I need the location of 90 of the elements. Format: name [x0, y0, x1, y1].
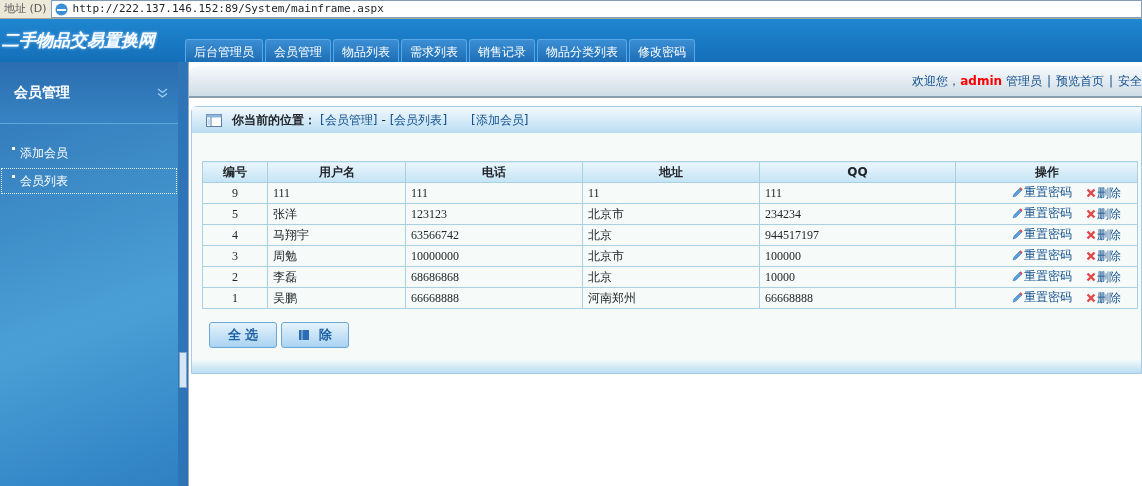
top-link[interactable]: 安全	[1118, 72, 1142, 90]
page-icon	[53, 1, 69, 17]
column-header: 用户名	[267, 161, 406, 183]
reset-password-link[interactable]: 重置密码	[1012, 204, 1072, 223]
delete-link[interactable]: 删除	[1086, 204, 1121, 223]
table-cell: 111	[759, 182, 956, 204]
table-cell: 123123	[405, 203, 583, 225]
top-link[interactable]: 预览首页	[1055, 72, 1104, 90]
cross-icon	[1086, 271, 1096, 282]
table-cell: 100000	[759, 245, 956, 267]
table-cell: 111	[405, 182, 583, 204]
nav-tab[interactable]: 需求列表	[401, 39, 467, 62]
nav-tab[interactable]: 物品分类列表	[537, 39, 627, 62]
table-cell: 2	[202, 266, 268, 288]
reset-password-link[interactable]: 重置密码	[1012, 225, 1072, 244]
delete-button[interactable]: 除	[281, 322, 349, 348]
breadcrumb-link[interactable]: [会员管理]	[320, 111, 378, 129]
table-cell: 10000	[759, 266, 956, 288]
location-label: 你当前的位置：	[232, 112, 316, 129]
delete-link[interactable]: 删除	[1086, 246, 1121, 265]
cross-icon	[1086, 229, 1096, 240]
nav-tab[interactable]: 物品列表	[333, 39, 399, 62]
sidebar-item[interactable]: 添加会员	[1, 140, 177, 166]
pencil-icon	[1012, 207, 1023, 219]
table-cell: 张洋	[267, 203, 406, 225]
table-cell: 吴鹏	[267, 287, 406, 309]
table-cell: 944517197	[759, 224, 956, 246]
chevron-icon	[157, 87, 168, 98]
delete-link[interactable]: 删除	[1086, 225, 1121, 244]
table-cell: 李磊	[267, 266, 406, 288]
pencil-icon	[1012, 228, 1023, 240]
breadcrumb-separator: -	[381, 112, 386, 129]
collapse-handle[interactable]	[179, 352, 187, 388]
table-cell: 河南郑州	[582, 287, 760, 309]
table-cell: 北京	[582, 224, 760, 246]
sidebar-title: 会员管理	[14, 83, 70, 102]
address-field[interactable]: http://222.137.146.152:89/System/mainframe.aspx	[50, 0, 1142, 18]
pencil-icon	[1012, 249, 1023, 261]
table-cell: 北京市	[582, 245, 760, 267]
table-cell: 5	[202, 203, 268, 225]
table-cell: 周勉	[267, 245, 406, 267]
reset-password-link[interactable]: 重置密码	[1012, 267, 1072, 286]
pencil-icon	[1012, 270, 1023, 282]
reset-password-link[interactable]: 重置密码	[1012, 183, 1072, 202]
table-cell: 4	[202, 224, 268, 246]
column-header: 编号	[202, 161, 268, 183]
table-cell: 68686868	[405, 266, 583, 288]
address-label: 地址 (D)	[4, 0, 47, 17]
table-cell: 234234	[759, 203, 956, 225]
column-header: QQ	[759, 161, 956, 183]
sidebar-item[interactable]: 会员列表	[1, 168, 177, 194]
column-header: 地址	[582, 161, 760, 183]
pencil-icon	[1012, 186, 1023, 198]
reset-password-link[interactable]: 重置密码	[1012, 288, 1072, 307]
bar-icon	[298, 330, 309, 340]
site-logo: 二手物品交易置换网	[1, 28, 158, 52]
pencil-icon	[1012, 291, 1023, 303]
welcome-text: 欢迎您，admin 管理员	[912, 73, 1042, 90]
column-header: 电话	[405, 161, 583, 183]
table-cell: 1	[202, 287, 268, 309]
table-cell: 66668888	[759, 287, 956, 309]
cross-icon	[1086, 208, 1096, 219]
nav-tab[interactable]: 后台管理员	[185, 39, 263, 62]
column-header: 操作	[955, 161, 1138, 183]
nav-tab[interactable]: 销售记录	[469, 39, 535, 62]
table-cell: 北京市	[582, 203, 760, 225]
breadcrumb-link[interactable]: [会员列表]	[389, 111, 448, 129]
cross-icon	[1086, 292, 1096, 303]
nav-tab[interactable]: 修改密码	[629, 39, 695, 62]
layout-icon	[206, 113, 222, 127]
table-cell: 马翔宇	[267, 224, 406, 246]
delete-link[interactable]: 删除	[1086, 288, 1121, 307]
table-cell: 66668888	[405, 287, 583, 309]
reset-password-link[interactable]: 重置密码	[1012, 246, 1072, 265]
table-cell: 111	[267, 182, 406, 204]
table-cell: 9	[202, 182, 268, 204]
nav-tab[interactable]: 会员管理	[265, 39, 331, 62]
select-all-button[interactable]: 全 选	[209, 322, 277, 348]
table-cell: 10000000	[405, 245, 583, 267]
table-cell: 3	[202, 245, 268, 267]
cross-icon	[1086, 187, 1096, 198]
table-cell: 63566742	[405, 224, 583, 246]
delete-link[interactable]: 删除	[1086, 183, 1121, 202]
delete-link[interactable]: 删除	[1086, 267, 1121, 286]
table-cell: 北京	[582, 266, 760, 288]
table-cell: 11	[582, 182, 760, 204]
add-member-link[interactable]: [添加会员]	[471, 111, 529, 129]
separator-text: |	[1108, 73, 1113, 90]
separator-text: |	[1046, 73, 1051, 90]
cross-icon	[1086, 250, 1096, 261]
